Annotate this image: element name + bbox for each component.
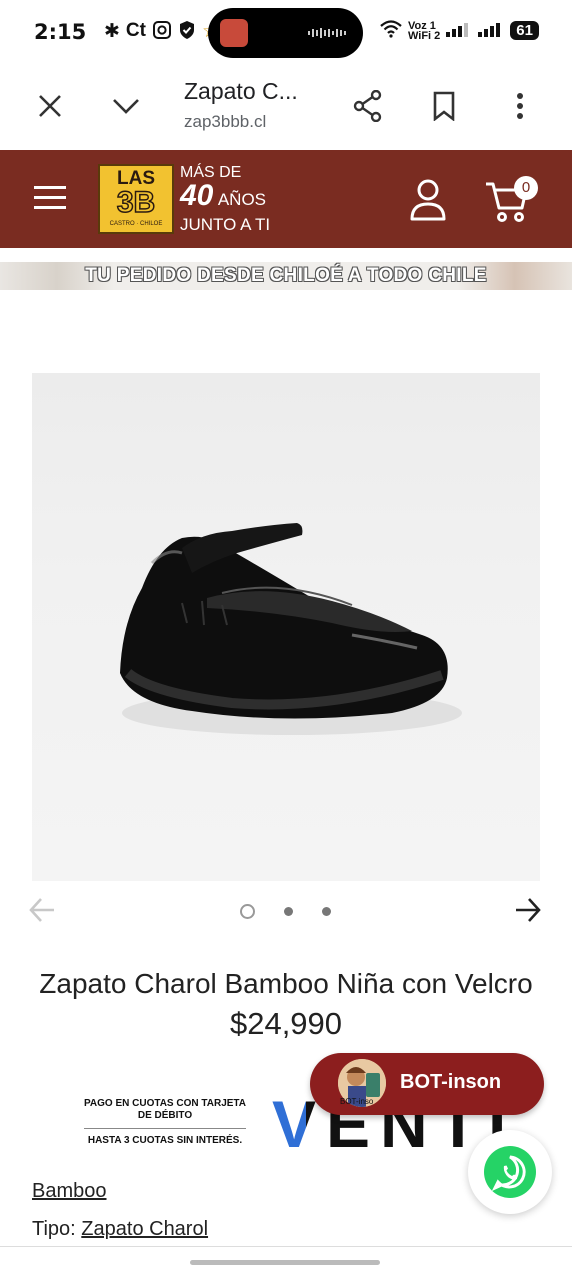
page-title: Zapato C...	[184, 78, 298, 104]
page-url[interactable]: zap3bbb.cl	[184, 112, 266, 132]
more-vert-icon	[517, 93, 523, 119]
chevron-down-icon	[113, 99, 139, 114]
slogan-line3: JUNTO A TI	[180, 215, 271, 234]
status-right-icons: Voz 1 WiFi 2 61	[380, 20, 539, 41]
cart-count-badge: 0	[514, 176, 538, 200]
bookmark-icon	[433, 91, 455, 121]
close-icon	[39, 95, 61, 117]
instagram-icon	[152, 20, 172, 46]
payment-line1: PAGO EN CUOTAS CON TARJETA DE DÉBITO	[83, 1098, 247, 1121]
share-button[interactable]	[348, 86, 388, 126]
audio-wave-icon	[308, 28, 346, 38]
store-logo[interactable]: LAS 3B CASTRO · CHILOE	[98, 164, 174, 234]
image-carousel-controls	[0, 890, 572, 930]
logo-main-text: 3B	[116, 185, 156, 220]
status-bar: 2:15 ✱ Ct ☆ Voz 1 WiFi 2 61	[0, 0, 572, 66]
wifi-icon	[380, 20, 402, 41]
chatbot-button[interactable]: BOT-inso BOT-inson	[310, 1053, 544, 1115]
previous-image-button[interactable]	[28, 896, 58, 926]
account-button[interactable]	[408, 178, 448, 222]
status-time: 2:15	[34, 20, 87, 44]
carousel-dot-2[interactable]	[284, 907, 293, 916]
arrow-right-icon	[516, 898, 541, 922]
slogan-years: AÑOS	[217, 190, 267, 209]
more-options-button[interactable]	[500, 86, 540, 126]
share-icon	[353, 90, 382, 122]
arrow-left-icon	[29, 898, 54, 922]
cart-button[interactable]: 0	[484, 174, 542, 224]
gesture-bar[interactable]	[190, 1260, 380, 1265]
close-tab-button[interactable]	[30, 86, 70, 126]
logo-sub-text: CASTRO · CHILOE	[109, 221, 163, 227]
whatsapp-icon	[491, 1155, 526, 1192]
carousel-dot-3[interactable]	[322, 907, 331, 916]
media-app-icon	[220, 19, 248, 47]
payment-line2: HASTA 3 CUOTAS SIN INTERÉS.	[87, 1135, 243, 1146]
whatsapp-button[interactable]	[468, 1130, 552, 1214]
chatbot-label: BOT-inson	[400, 1071, 502, 1093]
shoe-image	[120, 523, 462, 735]
banner-text: TU PEDIDO DESDE CHILOÉ A TODO CHILE	[85, 265, 487, 286]
bookmark-button[interactable]	[424, 86, 464, 126]
ct-icon: Ct	[125, 20, 146, 41]
hamburger-icon	[34, 186, 66, 209]
product-type-link[interactable]: Zapato Charol	[81, 1218, 208, 1240]
product-price: $24,990	[229, 1006, 343, 1041]
payment-info: PAGO EN CUOTAS CON TARJETA DE DÉBITO HAS…	[80, 1098, 250, 1146]
browser-toolbar: Zapato C... zap3bbb.cl	[0, 66, 572, 148]
product-type: Tipo: Zapato Charol	[32, 1218, 208, 1241]
next-image-button[interactable]	[514, 896, 544, 926]
carousel-dot-1[interactable]	[240, 904, 255, 919]
dynamic-island	[208, 8, 363, 58]
menu-button[interactable]	[34, 184, 68, 214]
network-label-voz: Voz 1	[408, 19, 436, 32]
site-header: LAS 3B CASTRO · CHILOE MÁS DE 40 AÑOS JU…	[0, 150, 572, 248]
product-image[interactable]	[32, 373, 540, 881]
network-label-wifi: WiFi 2	[408, 29, 441, 42]
signal-icon-2	[478, 21, 504, 40]
user-icon	[410, 179, 446, 221]
bot-avatar-caption: BOT-inso	[340, 1097, 374, 1106]
bluetooth-icon: ✱	[104, 21, 120, 42]
battery-indicator: 61	[510, 21, 539, 40]
slogan: MÁS DE 40 AÑOS JUNTO A TI	[180, 164, 270, 235]
brand-link[interactable]: Bamboo	[32, 1180, 107, 1203]
product-type-label: Tipo:	[32, 1218, 76, 1240]
expand-button[interactable]	[106, 86, 146, 126]
status-left-icons: ✱ Ct ☆	[104, 20, 219, 46]
signal-icon	[446, 21, 472, 40]
product-title: Zapato Charol Bamboo Niña con Velcro	[39, 968, 533, 999]
shield-icon	[178, 20, 196, 46]
payment-divider	[84, 1128, 246, 1129]
divider	[0, 1246, 572, 1247]
slogan-number: 40	[180, 179, 214, 212]
shipping-banner[interactable]: TU PEDIDO DESDE CHILOÉ A TODO CHILE	[0, 262, 572, 290]
